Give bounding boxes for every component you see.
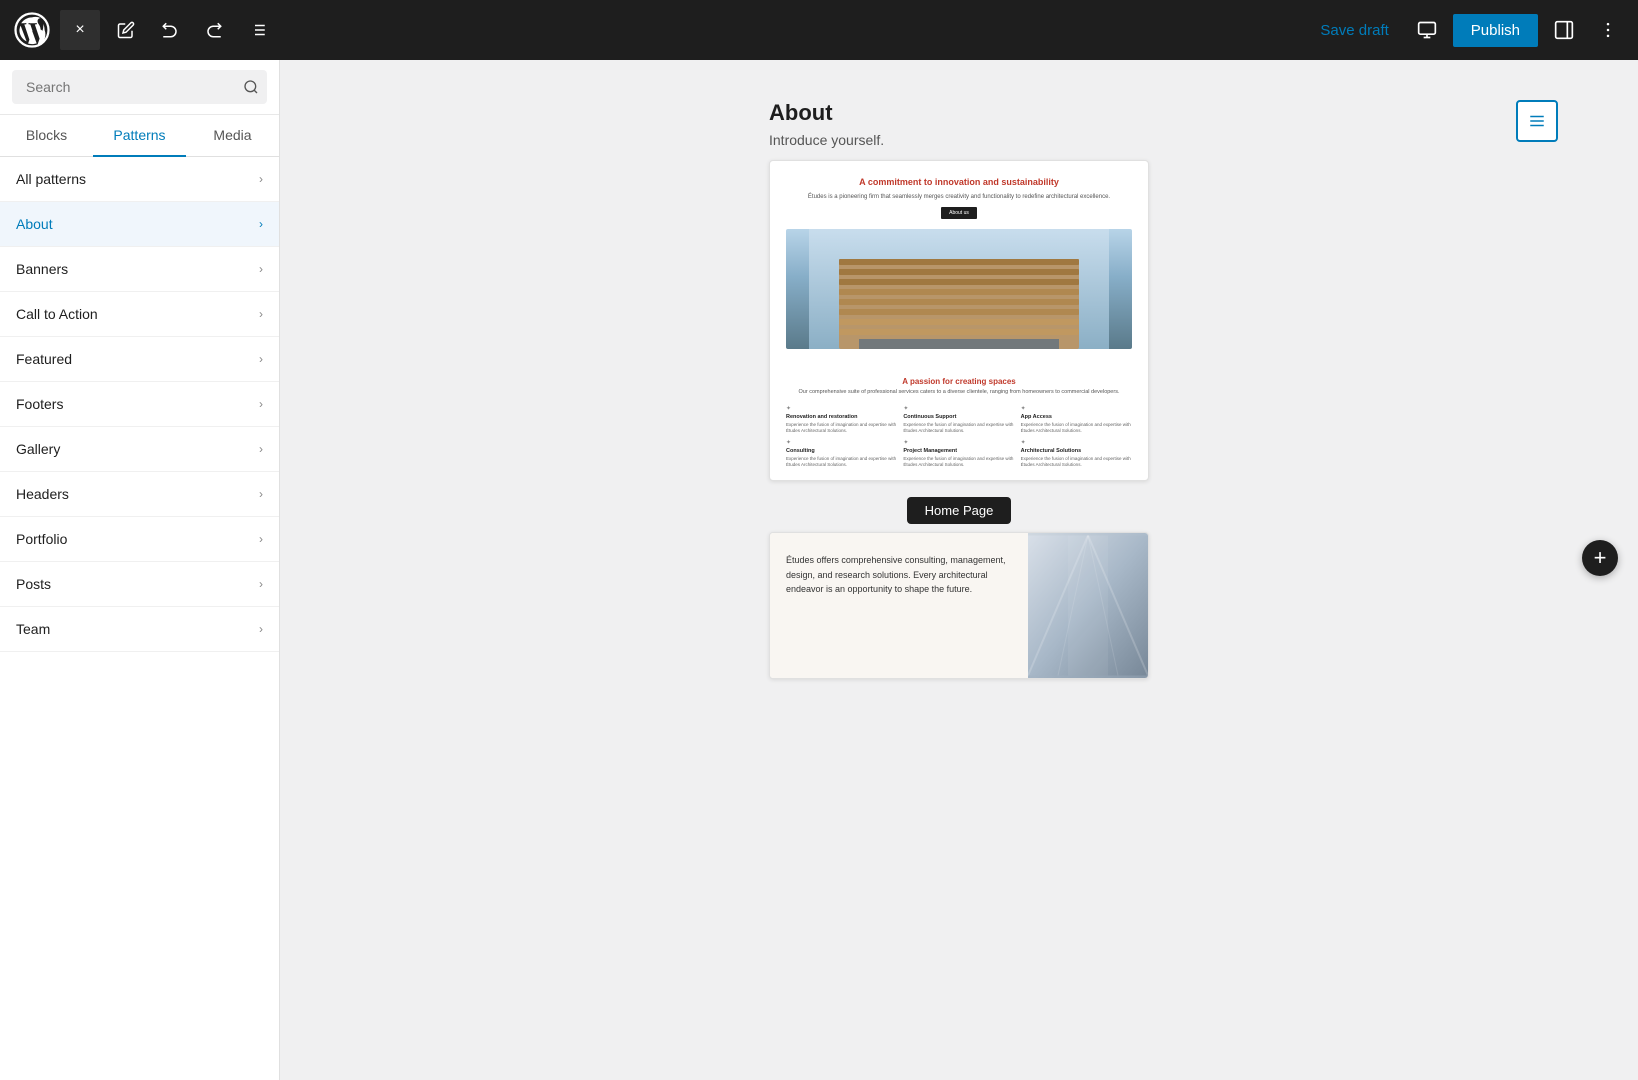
panel-subtitle: Introduce yourself. xyxy=(769,132,1149,148)
chevron-right-icon: › xyxy=(259,397,263,411)
chevron-right-icon: › xyxy=(259,307,263,321)
search-bar xyxy=(0,60,279,115)
card2-inner: Études offers comprehensive consulting, … xyxy=(770,533,1148,678)
topbar: × Save draft Publish xyxy=(0,0,1638,60)
search-icon-button[interactable] xyxy=(243,79,259,95)
chevron-right-icon: › xyxy=(259,532,263,546)
card2-text: Études offers comprehensive consulting, … xyxy=(770,533,1028,678)
chevron-right-icon: › xyxy=(259,577,263,591)
star-icon-1: ✦ xyxy=(786,405,897,412)
chevron-right-icon: › xyxy=(259,487,263,501)
card2-image xyxy=(1028,533,1148,678)
redo-button[interactable] xyxy=(196,12,232,48)
edit-icon-button[interactable] xyxy=(108,12,144,48)
star-icon-5: ✦ xyxy=(903,439,1014,446)
star-icon-6: ✦ xyxy=(1021,439,1132,446)
preview-card-2[interactable]: Études offers comprehensive consulting, … xyxy=(769,532,1149,679)
panel-title: About xyxy=(769,100,1149,126)
topbar-right: Save draft Publish xyxy=(1308,12,1626,48)
pattern-item-footers[interactable]: Footers › xyxy=(0,382,279,427)
tab-patterns[interactable]: Patterns xyxy=(93,115,186,157)
service-item-1: ✦ Renovation and restoration Experience … xyxy=(786,405,897,434)
chevron-right-icon: › xyxy=(259,172,263,186)
service-item-4: ✦ Consulting Experience the fusion of im… xyxy=(786,439,897,468)
search-icon xyxy=(243,79,259,95)
left-sidebar: Blocks Patterns Media All patterns › Abo… xyxy=(0,60,280,1080)
more-options-button[interactable] xyxy=(1590,12,1626,48)
main-layout: Blocks Patterns Media All patterns › Abo… xyxy=(0,60,1638,1080)
tab-media[interactable]: Media xyxy=(186,115,279,157)
pattern-item-posts[interactable]: Posts › xyxy=(0,562,279,607)
publish-button[interactable]: Publish xyxy=(1453,14,1538,47)
star-icon-2: ✦ xyxy=(903,405,1014,412)
service-item-2: ✦ Continuous Support Experience the fusi… xyxy=(903,405,1014,434)
service-heading: A passion for creating spaces xyxy=(786,377,1132,386)
home-page-badge: Home Page xyxy=(907,497,1012,524)
chevron-right-icon: › xyxy=(259,442,263,456)
pattern-item-featured[interactable]: Featured › xyxy=(0,337,279,382)
service-subtext: Our comprehensive suite of professional … xyxy=(786,389,1132,397)
search-input-wrap xyxy=(12,70,267,104)
close-button[interactable]: × xyxy=(60,10,100,50)
arch-preview: A commitment to innovation and sustainab… xyxy=(770,161,1148,365)
tabs: Blocks Patterns Media xyxy=(0,115,279,157)
arch-subtext: Études is a pioneering firm that seamles… xyxy=(786,193,1132,201)
tab-blocks[interactable]: Blocks xyxy=(0,115,93,157)
interior-svg xyxy=(1028,533,1148,678)
service-section: A passion for creating spaces Our compre… xyxy=(770,365,1148,480)
list-view-button[interactable] xyxy=(240,12,276,48)
arch-about-btn: About us xyxy=(941,207,977,219)
star-icon-3: ✦ xyxy=(1021,405,1132,412)
pattern-item-all[interactable]: All patterns › xyxy=(0,157,279,202)
chevron-right-icon: › xyxy=(259,352,263,366)
preview-card-1[interactable]: A commitment to innovation and sustainab… xyxy=(769,160,1149,481)
pattern-item-banners[interactable]: Banners › xyxy=(0,247,279,292)
service-grid: ✦ Renovation and restoration Experience … xyxy=(786,405,1132,468)
wp-logo xyxy=(12,10,52,50)
pattern-item-headers[interactable]: Headers › xyxy=(0,472,279,517)
arch-building-image xyxy=(786,229,1132,349)
preview-button[interactable] xyxy=(1409,12,1445,48)
chevron-right-icon: › xyxy=(259,262,263,276)
search-input[interactable] xyxy=(12,70,267,104)
service-item-3: ✦ App Access Experience the fusion of im… xyxy=(1021,405,1132,434)
chevron-right-icon: › xyxy=(259,622,263,636)
pattern-item-gallery[interactable]: Gallery › xyxy=(0,427,279,472)
card2-text-content: Études offers comprehensive consulting, … xyxy=(786,553,1012,596)
pattern-item-team[interactable]: Team › xyxy=(0,607,279,652)
sidebar-toggle-button[interactable] xyxy=(1546,12,1582,48)
content-area: About Introduce yourself. A commitment t… xyxy=(280,60,1638,1080)
service-item-6: ✦ Architectural Solutions Experience the… xyxy=(1021,439,1132,468)
star-icon-4: ✦ xyxy=(786,439,897,446)
pattern-item-about[interactable]: About › xyxy=(0,202,279,247)
pattern-item-call-to-action[interactable]: Call to Action › xyxy=(0,292,279,337)
chevron-right-icon: › xyxy=(259,217,263,231)
add-block-button[interactable]: + xyxy=(1582,540,1618,576)
service-item-5: ✦ Project Management Experience the fusi… xyxy=(903,439,1014,468)
home-page-label: Home Page xyxy=(769,497,1149,524)
building-svg xyxy=(786,229,1132,349)
save-draft-button[interactable]: Save draft xyxy=(1308,16,1400,45)
pattern-item-portfolio[interactable]: Portfolio › xyxy=(0,517,279,562)
pattern-preview-panel: About Introduce yourself. A commitment t… xyxy=(769,100,1149,1040)
list-view-toggle-button[interactable] xyxy=(1516,100,1558,142)
panel-header: About Introduce yourself. xyxy=(769,100,1149,148)
pattern-list: All patterns › About › Banners › Call to… xyxy=(0,157,279,1080)
undo-button[interactable] xyxy=(152,12,188,48)
arch-heading: A commitment to innovation and sustainab… xyxy=(786,177,1132,189)
